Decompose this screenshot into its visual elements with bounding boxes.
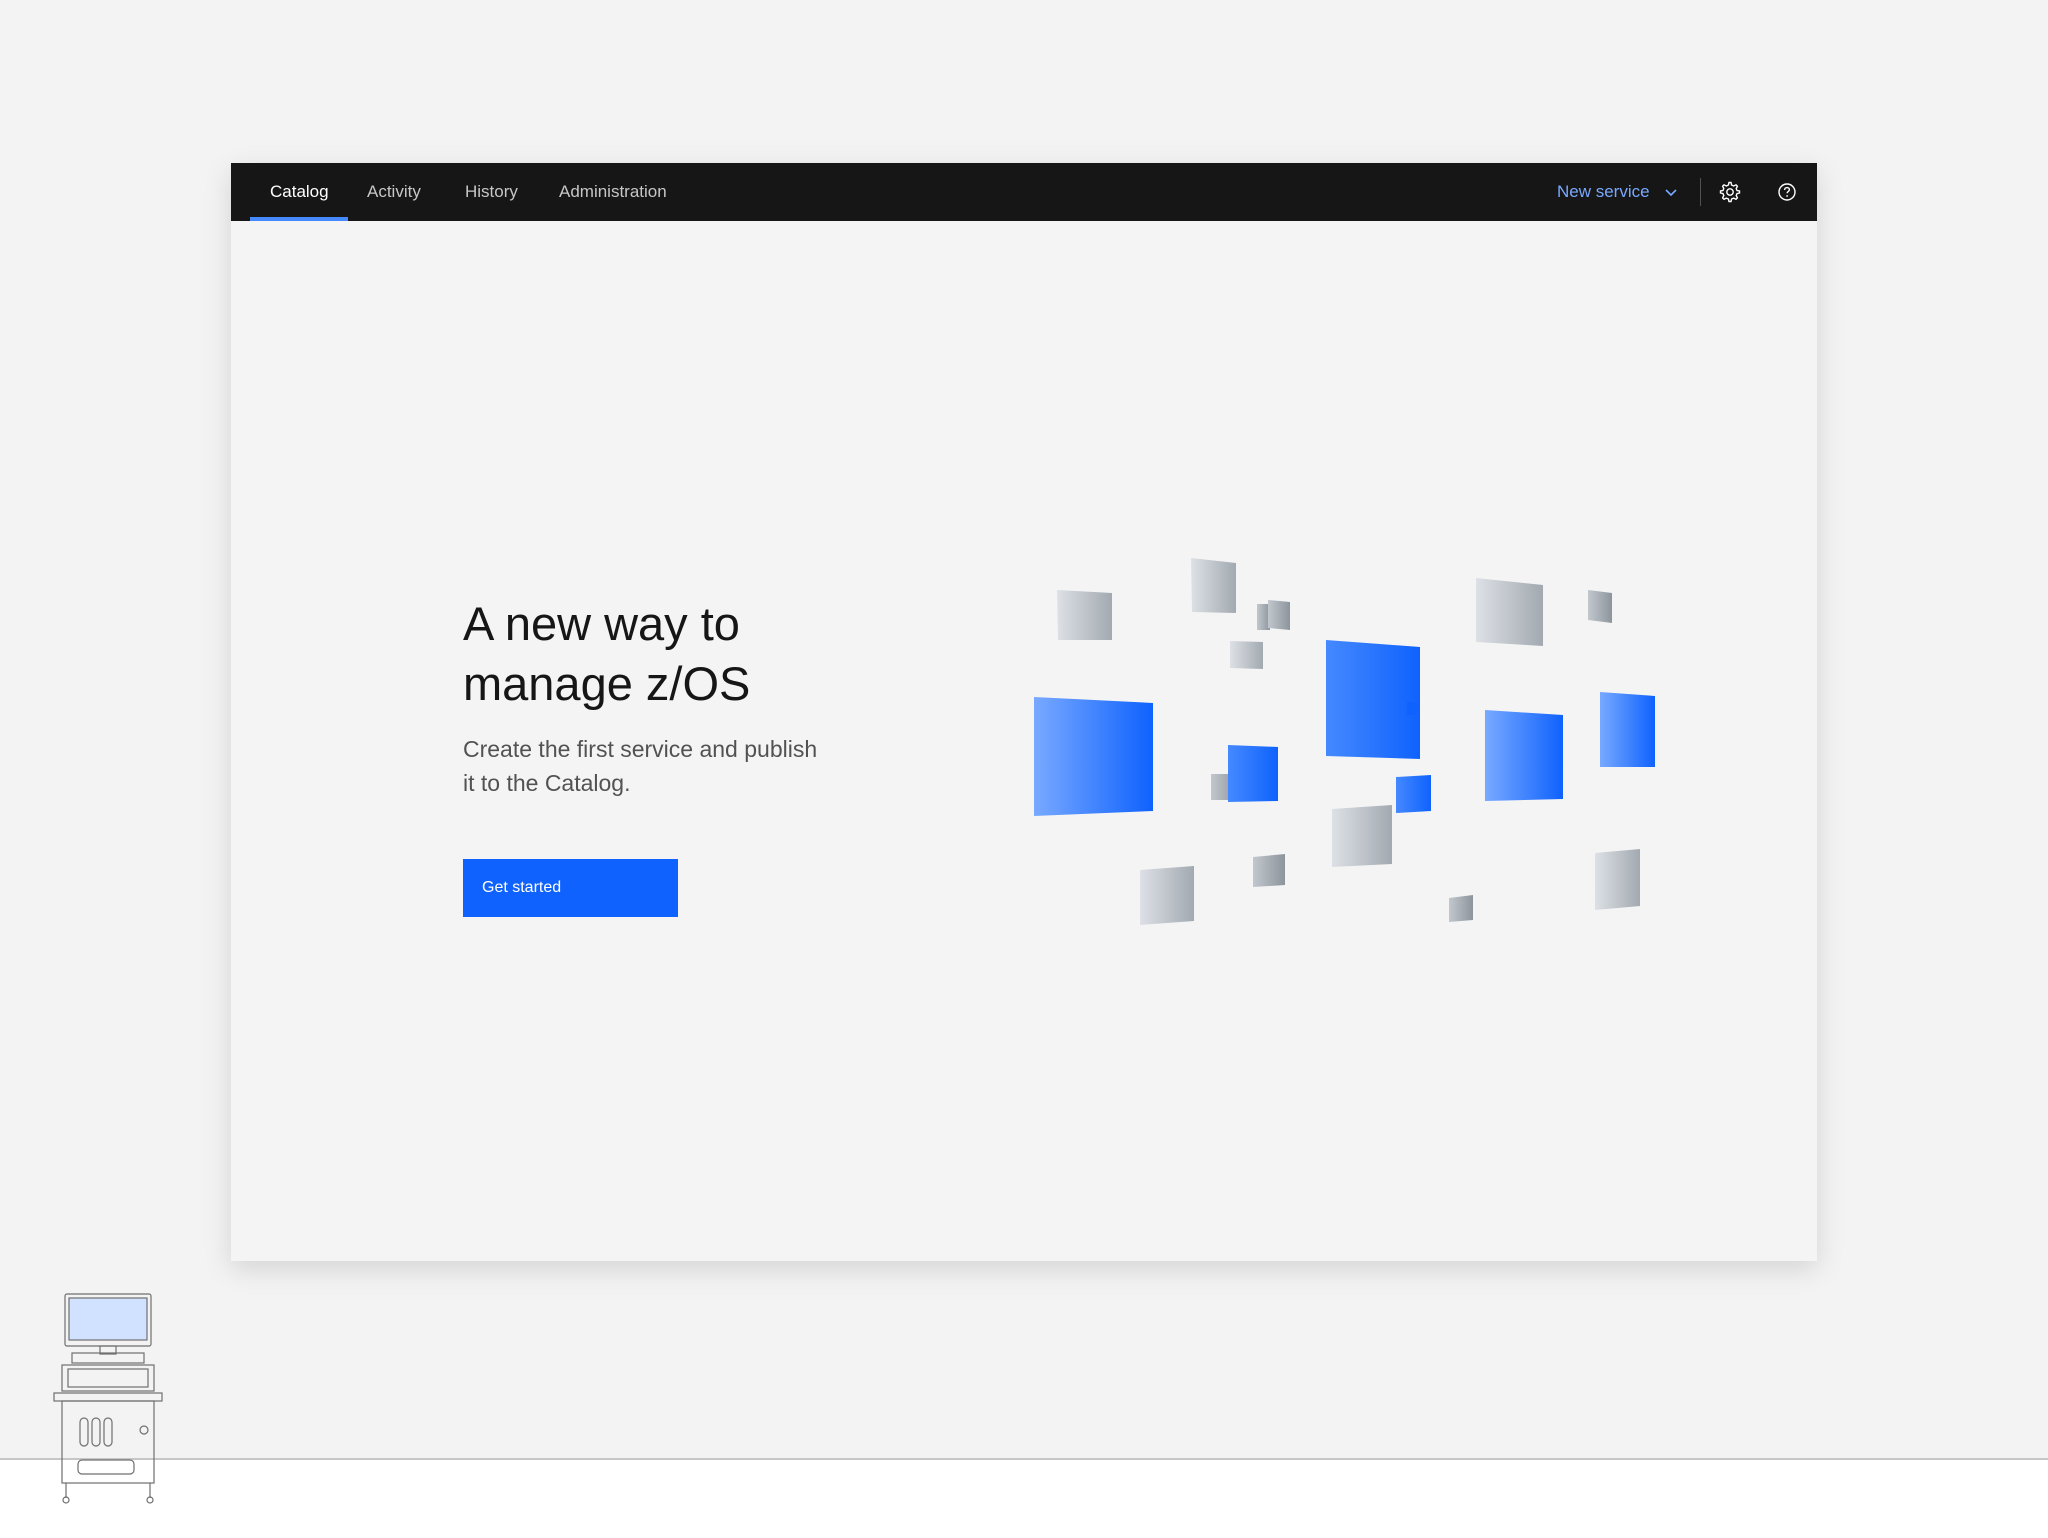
active-tab-indicator bbox=[250, 217, 348, 221]
tab-administration[interactable]: Administration bbox=[559, 163, 667, 221]
blue-square bbox=[1034, 697, 1153, 816]
blue-square bbox=[1228, 745, 1278, 802]
chevron-down-icon[interactable] bbox=[1663, 184, 1679, 200]
tab-catalog[interactable]: Catalog bbox=[270, 163, 329, 221]
settings-icon[interactable] bbox=[1719, 181, 1741, 203]
subtitle-line-2: it to the Catalog. bbox=[463, 770, 631, 796]
title-line-2: manage z/OS bbox=[463, 657, 751, 710]
tab-activity[interactable]: Activity bbox=[367, 163, 421, 221]
top-navigation: Catalog Activity History Administration … bbox=[231, 163, 1817, 221]
blue-square bbox=[1407, 702, 1419, 715]
nav-divider bbox=[1700, 178, 1701, 206]
blue-squares bbox=[1034, 640, 1655, 816]
get-started-button[interactable]: Get started bbox=[463, 859, 678, 917]
title-line-1: A new way to bbox=[463, 597, 740, 650]
blue-square bbox=[1600, 692, 1655, 767]
page-subtitle: Create the first service and publish it … bbox=[463, 732, 863, 800]
blue-square bbox=[1396, 775, 1431, 813]
blue-square bbox=[1485, 710, 1563, 801]
help-icon[interactable] bbox=[1776, 181, 1798, 203]
bottom-band bbox=[0, 1458, 2048, 1538]
page-title: A new way to manage z/OS bbox=[463, 594, 883, 714]
blue-square bbox=[1326, 640, 1420, 759]
new-service-menu[interactable]: New service bbox=[1557, 163, 1650, 221]
tab-history[interactable]: History bbox=[465, 163, 518, 221]
ultrasound-machine-icon bbox=[53, 1293, 163, 1504]
subtitle-line-1: Create the first service and publish bbox=[463, 736, 818, 762]
app-window: Catalog Activity History Administration … bbox=[231, 163, 1817, 1261]
